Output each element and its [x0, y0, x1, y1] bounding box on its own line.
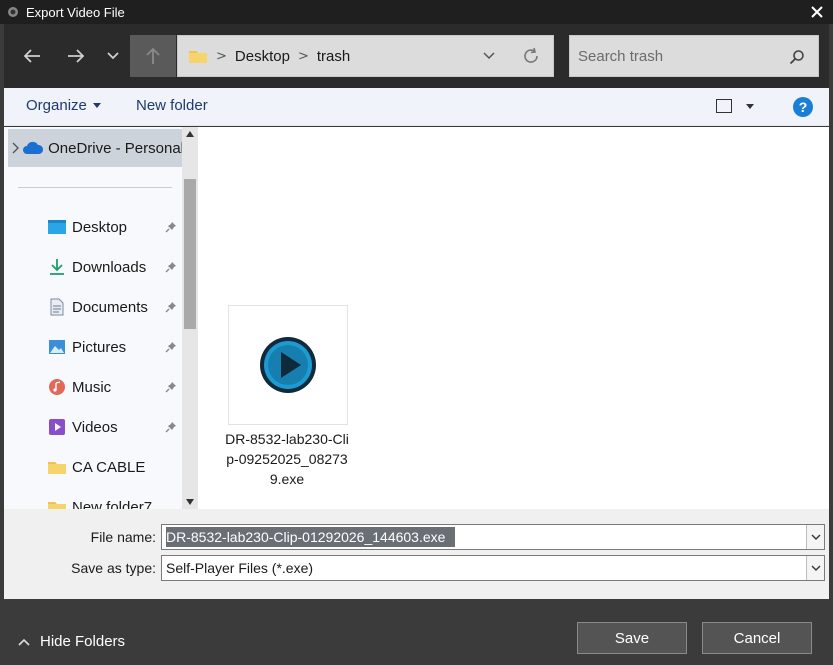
sidebar-item-new-folder7[interactable]: New folder7	[4, 489, 182, 509]
sidebar-item-label: Desktop	[72, 218, 128, 236]
sidebar-item-label: New folder7	[72, 498, 153, 510]
scroll-down-icon[interactable]	[182, 495, 198, 509]
hide-folders-label: Hide Folders	[40, 633, 126, 650]
pin-icon[interactable]	[164, 260, 178, 274]
download-icon	[46, 256, 68, 278]
sidebar-item-label: CA CABLE	[72, 458, 146, 476]
videos-icon	[46, 416, 68, 438]
save-as-type-value: Self-Player Files (*.exe)	[166, 560, 314, 576]
arrow-up-icon	[146, 47, 160, 64]
save-button[interactable]: Save	[577, 622, 687, 654]
pin-icon[interactable]	[164, 420, 178, 434]
play-icon	[260, 337, 316, 393]
cancel-button[interactable]: Cancel	[702, 622, 812, 654]
new-folder-label: New folder	[136, 97, 208, 114]
document-icon	[46, 296, 68, 318]
back-button[interactable]	[12, 35, 52, 77]
sidebar-item-videos[interactable]: Videos	[4, 409, 182, 445]
pin-icon[interactable]	[164, 300, 178, 314]
folder-icon	[46, 456, 68, 478]
sidebar-item-label: Documents	[72, 298, 148, 316]
file-list[interactable]: DR-8532-lab230-Clip-09252025_082739.exe	[198, 127, 829, 509]
sidebar-item-ca-cable[interactable]: CA CABLE	[4, 449, 182, 485]
search-input[interactable]	[578, 44, 778, 68]
pin-icon[interactable]	[164, 220, 178, 234]
breadcrumb-trash[interactable]: trash	[317, 48, 350, 65]
chevron-right-icon: >	[297, 48, 309, 64]
chevron-right-icon: >	[216, 48, 227, 64]
chevron-down-icon[interactable]	[806, 556, 824, 580]
save-form: File name: Save as type: Self-Player Fil…	[4, 509, 829, 599]
window-title: Export Video File	[26, 4, 125, 20]
dialog-footer: Hide Folders Save Cancel	[4, 599, 829, 665]
forward-button[interactable]	[56, 35, 96, 77]
close-icon[interactable]	[807, 2, 827, 22]
organize-button[interactable]: Organize	[26, 97, 101, 114]
sidebar-item-desktop[interactable]: Desktop	[4, 209, 182, 245]
chevron-up-icon	[18, 638, 30, 646]
save-as-type-label: Save as type:	[71, 560, 156, 576]
file-name-label: File name:	[90, 529, 156, 545]
nav-scrollbar[interactable]	[182, 127, 198, 509]
file-thumbnail[interactable]	[228, 305, 348, 425]
recent-locations-button[interactable]	[100, 35, 126, 77]
sidebar-item-pictures[interactable]: Pictures	[4, 329, 182, 365]
address-bar[interactable]: > Desktop > trash	[177, 35, 554, 77]
sidebar-item-label: Downloads	[72, 258, 147, 276]
sidebar-item-label: OneDrive - Personal	[48, 139, 182, 157]
command-bar: Organize New folder ?	[4, 88, 829, 126]
scroll-up-icon[interactable]	[182, 127, 198, 141]
sidebar-item-documents[interactable]: Documents	[4, 289, 182, 325]
navigation-bar: > Desktop > trash	[4, 24, 829, 88]
address-dropdown-icon[interactable]	[481, 48, 497, 64]
up-button[interactable]	[130, 35, 176, 77]
title-bar: Export Video File	[0, 0, 833, 24]
chevron-right-icon[interactable]	[8, 142, 22, 154]
arrow-left-icon	[23, 49, 40, 63]
sidebar-item-downloads[interactable]: Downloads	[4, 249, 182, 285]
search-icon[interactable]	[788, 48, 806, 66]
desktop-icon	[46, 216, 68, 238]
file-name: DR-8532-lab230-Clip-09252025_082739.exe	[225, 431, 349, 487]
arrow-right-icon	[68, 49, 85, 63]
pin-icon[interactable]	[164, 380, 178, 394]
folder-icon	[188, 47, 208, 65]
app-icon	[6, 5, 20, 19]
sidebar-item-onedrive[interactable]: OneDrive - Personal	[8, 129, 182, 167]
search-box[interactable]	[569, 35, 819, 77]
pictures-icon	[46, 336, 68, 358]
organize-label: Organize	[26, 97, 87, 114]
cloud-icon	[22, 140, 44, 156]
breadcrumb-desktop[interactable]: Desktop	[235, 48, 290, 65]
sidebar-item-label: Music	[72, 378, 112, 396]
new-folder-button[interactable]: New folder	[136, 97, 208, 114]
scrollbar-thumb[interactable]	[184, 179, 196, 329]
file-name-combobox[interactable]	[161, 524, 825, 550]
file-name-input[interactable]	[162, 526, 806, 548]
help-icon[interactable]: ?	[793, 97, 813, 117]
view-dropdown-icon[interactable]	[746, 104, 754, 109]
sidebar-item-music[interactable]: Music	[4, 369, 182, 405]
folder-icon	[46, 496, 68, 509]
chevron-down-icon	[107, 52, 119, 60]
hide-folders-button[interactable]: Hide Folders	[18, 633, 125, 650]
view-icon[interactable]	[716, 99, 732, 113]
refresh-icon[interactable]	[521, 46, 541, 66]
sidebar-item-label: Pictures	[72, 338, 127, 356]
pin-icon[interactable]	[164, 340, 178, 354]
navigation-pane: OneDrive - Personal Desktop Downloads Do…	[4, 127, 182, 509]
caret-down-icon	[92, 103, 101, 108]
divider	[18, 187, 172, 188]
chevron-down-icon[interactable]	[806, 525, 824, 549]
sidebar-item-label: Videos	[72, 418, 118, 436]
save-as-type-select[interactable]: Self-Player Files (*.exe)	[161, 555, 825, 581]
music-icon	[46, 376, 68, 398]
